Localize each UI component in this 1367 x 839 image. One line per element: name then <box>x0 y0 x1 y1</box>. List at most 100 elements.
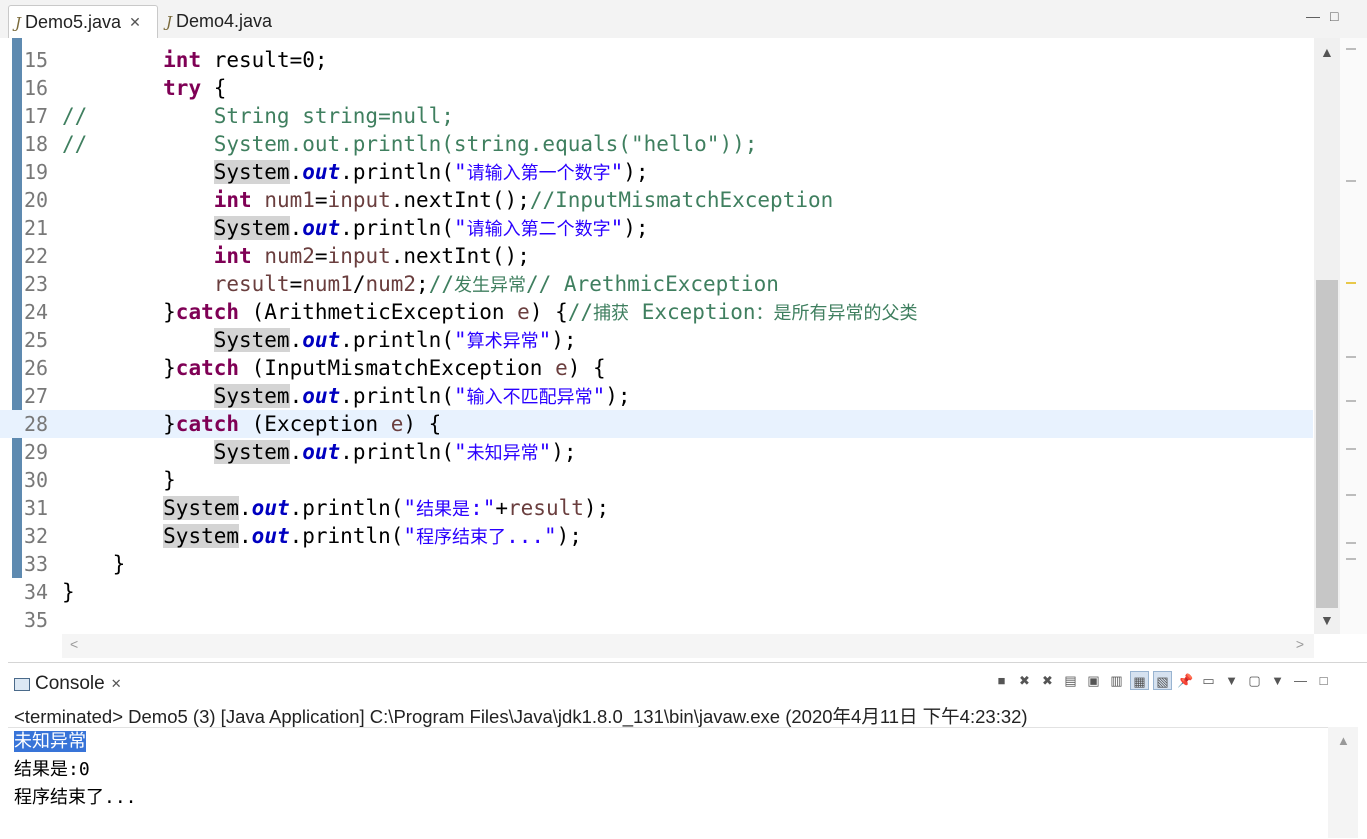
code-line[interactable]: 34} <box>0 578 1313 606</box>
overview-mark[interactable] <box>1346 180 1356 182</box>
show-on-stderr-icon[interactable]: ▧ <box>1153 671 1172 690</box>
remove-all-terminated-icon[interactable]: ✖ <box>1038 671 1057 690</box>
terminate-icon[interactable]: ■ <box>992 671 1011 690</box>
console-output-line[interactable]: 结果是:0 <box>14 756 90 784</box>
line-number: 35 <box>24 608 49 632</box>
code-text[interactable]: } <box>62 550 126 578</box>
remove-launch-icon[interactable]: ✖ <box>1015 671 1034 690</box>
line-number: 29 <box>24 440 49 464</box>
code-line[interactable]: 27 System.out.println("输入不匹配异常"); <box>0 382 1313 410</box>
close-icon[interactable]: ✕ <box>129 14 141 31</box>
code-line[interactable]: 33 } <box>0 550 1313 578</box>
line-number: 24 <box>24 300 49 324</box>
maximize-icon[interactable]: □ <box>1314 671 1333 690</box>
code-text[interactable]: // String string=null; <box>62 102 454 130</box>
warning-mark[interactable] <box>1346 282 1356 284</box>
line-number: 17 <box>24 104 49 128</box>
scroll-up-icon[interactable]: ▲ <box>1337 733 1350 748</box>
code-text[interactable]: int num1=input.nextInt();//InputMismatch… <box>62 186 834 214</box>
code-text[interactable]: } <box>62 578 75 606</box>
code-text[interactable]: }catch (ArithmeticException e) {//捕获 Exc… <box>62 298 917 328</box>
pin-console-icon[interactable]: 📌 <box>1176 671 1195 690</box>
scrollbar-thumb[interactable] <box>1316 280 1338 608</box>
line-number: 27 <box>24 384 49 408</box>
code-line[interactable]: 29 System.out.println("未知异常"); <box>0 438 1313 466</box>
tab-console[interactable]: Console ✕ <box>8 669 122 699</box>
scroll-down-icon[interactable]: ▼ <box>1320 612 1334 628</box>
line-number: 15 <box>24 48 49 72</box>
code-text[interactable]: System.out.println("算术异常"); <box>62 326 577 356</box>
code-line[interactable]: 28 }catch (Exception e) { <box>0 410 1313 438</box>
code-text[interactable]: System.out.println("未知异常"); <box>62 438 577 468</box>
code-text[interactable]: int result=0; <box>62 46 327 74</box>
code-line[interactable]: 18 // System.out.println(string.equals("h… <box>0 130 1313 158</box>
code-line[interactable]: 31 System.out.println("结果是:"+result); <box>0 494 1313 522</box>
code-text[interactable]: System.out.println("请输入第二个数字"); <box>62 214 649 244</box>
code-line[interactable]: 17 // String string=null; <box>0 102 1313 130</box>
code-line[interactable]: 25 System.out.println("算术异常"); <box>0 326 1313 354</box>
code-line[interactable]: 24 }catch (ArithmeticException e) {//捕获 … <box>0 298 1313 326</box>
line-number: 34 <box>24 580 49 604</box>
overview-mark[interactable] <box>1346 356 1356 358</box>
code-text[interactable]: try { <box>62 74 226 102</box>
overview-mark[interactable] <box>1346 542 1356 544</box>
code-line[interactable]: 22 int num2=input.nextInt(); <box>0 242 1313 270</box>
code-text[interactable]: result=num1/num2;//发生异常// ArethmicExcept… <box>62 270 779 300</box>
console-toolbar: ■ ✖ ✖ ▤ ▣ ▥ ▦ ▧ 📌 ▭ ▼ ▢ ▼ — □ <box>992 671 1333 690</box>
line-number: 19 <box>24 160 49 184</box>
code-line[interactable]: 19 System.out.println("请输入第一个数字"); <box>0 158 1313 186</box>
code-text[interactable]: System.out.println("请输入第一个数字"); <box>62 158 649 188</box>
clear-console-icon[interactable]: ▤ <box>1061 671 1080 690</box>
scroll-lock-icon[interactable]: ▣ <box>1084 671 1103 690</box>
display-console-icon[interactable]: ▭ <box>1199 671 1218 690</box>
console-output-line[interactable]: 未知异常 <box>14 728 86 756</box>
open-console-icon[interactable]: ▢ <box>1245 671 1264 690</box>
code-editor[interactable]: 15 int result=0; 16 try {17 // String stri… <box>0 38 1367 660</box>
code-text[interactable]: System.out.println("程序结束了..."); <box>62 522 582 552</box>
show-on-stdout-icon[interactable]: ▦ <box>1130 671 1149 690</box>
display-console-menu-icon[interactable]: ▼ <box>1222 671 1241 690</box>
line-number: 18 <box>24 132 49 156</box>
overview-mark[interactable] <box>1346 558 1356 560</box>
console-output-line[interactable]: 程序结束了... <box>14 784 137 812</box>
tab-demo5-java[interactable]: J Demo5.java ✕ <box>8 5 158 39</box>
line-number: 32 <box>24 524 49 548</box>
overview-mark[interactable] <box>1346 494 1356 496</box>
code-line[interactable]: 26 }catch (InputMismatchException e) { <box>0 354 1313 382</box>
editor-tab-bar: J Demo5.java ✕ J Demo4.java — □ <box>0 0 1367 39</box>
code-line[interactable]: 30 } <box>0 466 1313 494</box>
overview-mark[interactable] <box>1346 48 1356 50</box>
code-text[interactable]: System.out.println("结果是:"+result); <box>62 494 609 524</box>
code-line[interactable]: 23 result=num1/num2;//发生异常// ArethmicExc… <box>0 270 1313 298</box>
close-icon[interactable]: ✕ <box>111 676 122 692</box>
minimize-icon[interactable]: — <box>1291 671 1310 690</box>
overview-mark[interactable] <box>1346 448 1356 450</box>
code-text[interactable]: int num2=input.nextInt(); <box>62 242 530 270</box>
code-line[interactable]: 21 System.out.println("请输入第二个数字"); <box>0 214 1313 242</box>
line-number: 33 <box>24 552 49 576</box>
code-line[interactable]: 16 try { <box>0 74 1313 102</box>
code-line[interactable]: 20 int num1=input.nextInt();//InputMisma… <box>0 186 1313 214</box>
word-wrap-icon[interactable]: ▥ <box>1107 671 1126 690</box>
code-text[interactable]: System.out.println("输入不匹配异常"); <box>62 382 631 412</box>
code-text[interactable]: // System.out.println(string.equals("hel… <box>62 130 757 158</box>
maximize-icon[interactable]: □ <box>1330 8 1338 24</box>
open-console-menu-icon[interactable]: ▼ <box>1268 671 1287 690</box>
code-line[interactable]: 15 int result=0; <box>0 46 1313 74</box>
scroll-left-icon[interactable]: < <box>70 636 78 652</box>
code-text[interactable]: } <box>62 466 176 494</box>
overview-mark[interactable] <box>1346 400 1356 402</box>
console-output[interactable]: 未知异常 结果是:0 程序结束了... <box>8 727 1328 839</box>
code-line[interactable]: 35 <box>0 606 1313 634</box>
scroll-right-icon[interactable]: > <box>1296 636 1304 652</box>
code-text[interactable]: }catch (InputMismatchException e) { <box>62 354 606 382</box>
overview-ruler[interactable] <box>1340 38 1367 634</box>
console-vertical-scrollbar[interactable]: ▲ <box>1328 727 1358 838</box>
vertical-scrollbar[interactable]: ▲ ▼ <box>1314 38 1340 634</box>
code-line[interactable]: 32 System.out.println("程序结束了..."); <box>0 522 1313 550</box>
code-text[interactable]: }catch (Exception e) { <box>62 410 441 438</box>
minimize-icon[interactable]: — <box>1306 8 1320 24</box>
horizontal-scrollbar[interactable]: < > <box>62 634 1314 658</box>
scroll-up-icon[interactable]: ▲ <box>1320 44 1334 60</box>
tab-demo4-java[interactable]: J Demo4.java <box>160 5 290 38</box>
